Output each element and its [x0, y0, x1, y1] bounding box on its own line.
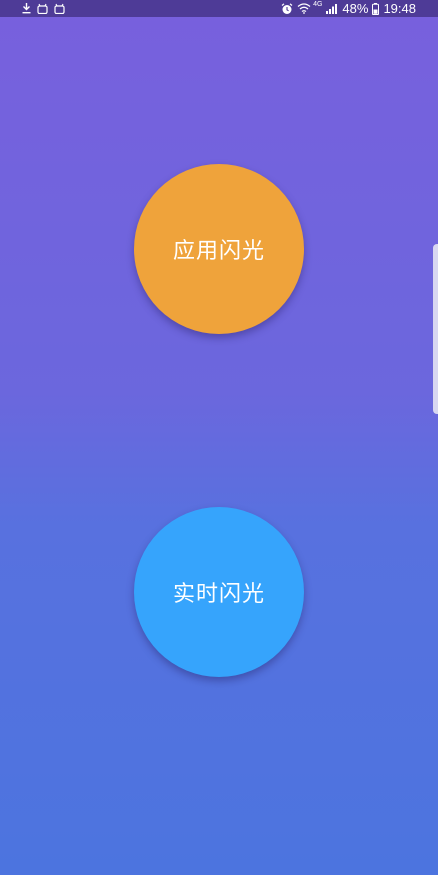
alarm-icon	[281, 2, 293, 15]
network-type-label: 4G	[313, 1, 323, 8]
realtime-flash-label: 实时闪光	[172, 582, 265, 607]
status-bar: 4G 48% 19:48	[0, 0, 438, 17]
battery-percent: 48%	[342, 1, 369, 16]
apply-flash-button[interactable]: 应用闪光	[134, 164, 304, 334]
system-status: 4G 48% 19:48	[281, 0, 416, 17]
wifi-icon	[297, 3, 311, 14]
signal-icon	[326, 3, 338, 14]
android-icon	[37, 3, 48, 14]
battery-icon	[372, 2, 380, 15]
notification-icons	[22, 0, 65, 17]
android-icon	[54, 3, 65, 14]
clock-time: 19:48	[383, 1, 416, 16]
apply-flash-label: 应用闪光	[172, 239, 265, 264]
edge-panel-handle[interactable]	[433, 244, 438, 414]
app-screen: 4G 48% 19:48 应用闪光 实时闪光	[0, 0, 438, 875]
download-icon	[22, 3, 31, 14]
realtime-flash-button[interactable]: 实时闪光	[134, 507, 304, 677]
